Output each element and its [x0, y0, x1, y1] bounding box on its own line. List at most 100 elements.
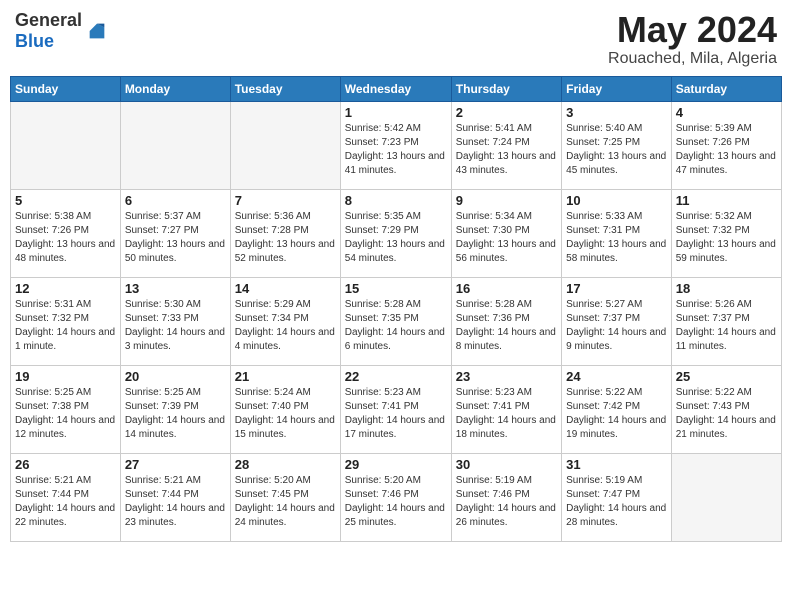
calendar-day-cell: 7 Sunrise: 5:36 AMSunset: 7:28 PMDaylight…: [230, 189, 340, 277]
day-info: Sunrise: 5:19 AMSunset: 7:46 PMDaylight:…: [456, 474, 557, 530]
calendar-day-cell: 2 Sunrise: 5:41 AMSunset: 7:24 PMDaylight…: [451, 101, 561, 189]
day-info: Sunrise: 5:28 AMSunset: 7:35 PMDaylight:…: [345, 298, 447, 354]
day-info: Sunrise: 5:38 AMSunset: 7:26 PMDaylight:…: [15, 210, 116, 266]
calendar-day-cell: 23 Sunrise: 5:23 AMSunset: 7:41 PMDayligh…: [451, 365, 561, 453]
day-number: 24: [566, 369, 667, 384]
calendar-week-row: 26 Sunrise: 5:21 AMSunset: 7:44 PMDayligh…: [11, 453, 782, 541]
calendar-day-cell: [671, 453, 781, 541]
day-info: Sunrise: 5:21 AMSunset: 7:44 PMDaylight:…: [15, 474, 116, 530]
calendar-day-cell: 1 Sunrise: 5:42 AMSunset: 7:23 PMDaylight…: [340, 101, 451, 189]
calendar-day-cell: 22 Sunrise: 5:23 AMSunset: 7:41 PMDayligh…: [340, 365, 451, 453]
calendar-day-cell: 11Sunrise: 5:32 AMSunset: 7:32 PMDayligh…: [671, 189, 781, 277]
calendar-day-cell: 15 Sunrise: 5:28 AMSunset: 7:35 PMDayligh…: [340, 277, 451, 365]
day-info: Sunrise: 5:28 AMSunset: 7:36 PMDaylight:…: [456, 298, 557, 354]
day-number: 6: [125, 193, 226, 208]
calendar-day-cell: [120, 101, 230, 189]
day-info: Sunrise: 5:20 AMSunset: 7:45 PMDaylight:…: [235, 474, 336, 530]
day-number: 28: [235, 457, 336, 472]
day-info: Sunrise: 5:23 AMSunset: 7:41 PMDaylight:…: [345, 386, 447, 442]
logo: General Blue: [15, 10, 108, 52]
day-number: 13: [125, 281, 226, 296]
day-info: Sunrise: 5:25 AMSunset: 7:39 PMDaylight:…: [125, 386, 226, 442]
day-info: Sunrise: 5:36 AMSunset: 7:28 PMDaylight:…: [235, 210, 336, 266]
day-info: Sunrise: 5:39 AMSunset: 7:26 PMDaylight:…: [676, 122, 777, 178]
weekday-header-tuesday: Tuesday: [230, 76, 340, 101]
calendar-day-cell: 21Sunrise: 5:24 AMSunset: 7:40 PMDayligh…: [230, 365, 340, 453]
weekday-header-sunday: Sunday: [11, 76, 121, 101]
day-info: Sunrise: 5:21 AMSunset: 7:44 PMDaylight:…: [125, 474, 226, 530]
calendar-table: SundayMondayTuesdayWednesdayThursdayFrid…: [10, 76, 782, 542]
day-info: Sunrise: 5:30 AMSunset: 7:33 PMDaylight:…: [125, 298, 226, 354]
calendar-day-cell: 28 Sunrise: 5:20 AMSunset: 7:45 PMDayligh…: [230, 453, 340, 541]
day-info: Sunrise: 5:34 AMSunset: 7:30 PMDaylight:…: [456, 210, 557, 266]
day-info: Sunrise: 5:41 AMSunset: 7:24 PMDaylight:…: [456, 122, 557, 178]
day-number: 10: [566, 193, 667, 208]
day-number: 2: [456, 105, 557, 120]
day-number: 16: [456, 281, 557, 296]
day-info: Sunrise: 5:42 AMSunset: 7:23 PMDaylight:…: [345, 122, 447, 178]
day-info: Sunrise: 5:19 AMSunset: 7:47 PMDaylight:…: [566, 474, 667, 530]
weekday-header-friday: Friday: [562, 76, 672, 101]
day-info: Sunrise: 5:23 AMSunset: 7:41 PMDaylight:…: [456, 386, 557, 442]
calendar-day-cell: 31 Sunrise: 5:19 AMSunset: 7:47 PMDayligh…: [562, 453, 672, 541]
logo-general: General: [15, 10, 82, 30]
day-number: 23: [456, 369, 557, 384]
day-info: Sunrise: 5:33 AMSunset: 7:31 PMDaylight:…: [566, 210, 667, 266]
weekday-header-monday: Monday: [120, 76, 230, 101]
weekday-header-row: SundayMondayTuesdayWednesdayThursdayFrid…: [11, 76, 782, 101]
calendar-day-cell: 16 Sunrise: 5:28 AMSunset: 7:36 PMDayligh…: [451, 277, 561, 365]
day-number: 27: [125, 457, 226, 472]
day-number: 3: [566, 105, 667, 120]
calendar-day-cell: 20Sunrise: 5:25 AMSunset: 7:39 PMDayligh…: [120, 365, 230, 453]
day-info: Sunrise: 5:29 AMSunset: 7:34 PMDaylight:…: [235, 298, 336, 354]
day-number: 31: [566, 457, 667, 472]
day-number: 19: [15, 369, 116, 384]
calendar-day-cell: [230, 101, 340, 189]
calendar-day-cell: 3 Sunrise: 5:40 AMSunset: 7:25 PMDaylight…: [562, 101, 672, 189]
day-number: 22: [345, 369, 447, 384]
calendar-day-cell: [11, 101, 121, 189]
day-info: Sunrise: 5:22 AMSunset: 7:43 PMDaylight:…: [676, 386, 777, 442]
weekday-header-thursday: Thursday: [451, 76, 561, 101]
calendar-day-cell: 26 Sunrise: 5:21 AMSunset: 7:44 PMDayligh…: [11, 453, 121, 541]
day-info: Sunrise: 5:40 AMSunset: 7:25 PMDaylight:…: [566, 122, 667, 178]
day-number: 26: [15, 457, 116, 472]
calendar-day-cell: 29Sunrise: 5:20 AMSunset: 7:46 PMDayligh…: [340, 453, 451, 541]
day-info: Sunrise: 5:25 AMSunset: 7:38 PMDaylight:…: [15, 386, 116, 442]
day-info: Sunrise: 5:27 AMSunset: 7:37 PMDaylight:…: [566, 298, 667, 354]
title-block: May 2024 Rouached, Mila, Algeria: [608, 10, 777, 68]
month-title: May 2024: [608, 10, 777, 50]
day-number: 15: [345, 281, 447, 296]
day-number: 30: [456, 457, 557, 472]
day-number: 7: [235, 193, 336, 208]
calendar-day-cell: 9 Sunrise: 5:34 AMSunset: 7:30 PMDaylight…: [451, 189, 561, 277]
calendar-day-cell: 12Sunrise: 5:31 AMSunset: 7:32 PMDayligh…: [11, 277, 121, 365]
calendar-day-cell: 24Sunrise: 5:22 AMSunset: 7:42 PMDayligh…: [562, 365, 672, 453]
logo-icon: [86, 20, 108, 42]
calendar-day-cell: 13 Sunrise: 5:30 AMSunset: 7:33 PMDayligh…: [120, 277, 230, 365]
calendar-day-cell: 6Sunrise: 5:37 AMSunset: 7:27 PMDaylight…: [120, 189, 230, 277]
day-number: 14: [235, 281, 336, 296]
day-number: 21: [235, 369, 336, 384]
day-number: 18: [676, 281, 777, 296]
day-info: Sunrise: 5:26 AMSunset: 7:37 PMDaylight:…: [676, 298, 777, 354]
calendar-week-row: 1 Sunrise: 5:42 AMSunset: 7:23 PMDaylight…: [11, 101, 782, 189]
calendar-day-cell: 10 Sunrise: 5:33 AMSunset: 7:31 PMDayligh…: [562, 189, 672, 277]
calendar-week-row: 5 Sunrise: 5:38 AMSunset: 7:26 PMDaylight…: [11, 189, 782, 277]
day-number: 4: [676, 105, 777, 120]
calendar-day-cell: 18 Sunrise: 5:26 AMSunset: 7:37 PMDayligh…: [671, 277, 781, 365]
weekday-header-wednesday: Wednesday: [340, 76, 451, 101]
calendar-day-cell: 8Sunrise: 5:35 AMSunset: 7:29 PMDaylight…: [340, 189, 451, 277]
day-number: 5: [15, 193, 116, 208]
calendar-day-cell: 19 Sunrise: 5:25 AMSunset: 7:38 PMDayligh…: [11, 365, 121, 453]
calendar-day-cell: 30 Sunrise: 5:19 AMSunset: 7:46 PMDayligh…: [451, 453, 561, 541]
calendar-week-row: 19 Sunrise: 5:25 AMSunset: 7:38 PMDayligh…: [11, 365, 782, 453]
logo-text: General Blue: [15, 10, 82, 52]
day-number: 12: [15, 281, 116, 296]
page-header: General Blue May 2024 Rouached, Mila, Al…: [10, 10, 782, 68]
day-number: 1: [345, 105, 447, 120]
day-info: Sunrise: 5:20 AMSunset: 7:46 PMDaylight:…: [345, 474, 447, 530]
day-info: Sunrise: 5:35 AMSunset: 7:29 PMDaylight:…: [345, 210, 447, 266]
day-number: 9: [456, 193, 557, 208]
weekday-header-saturday: Saturday: [671, 76, 781, 101]
